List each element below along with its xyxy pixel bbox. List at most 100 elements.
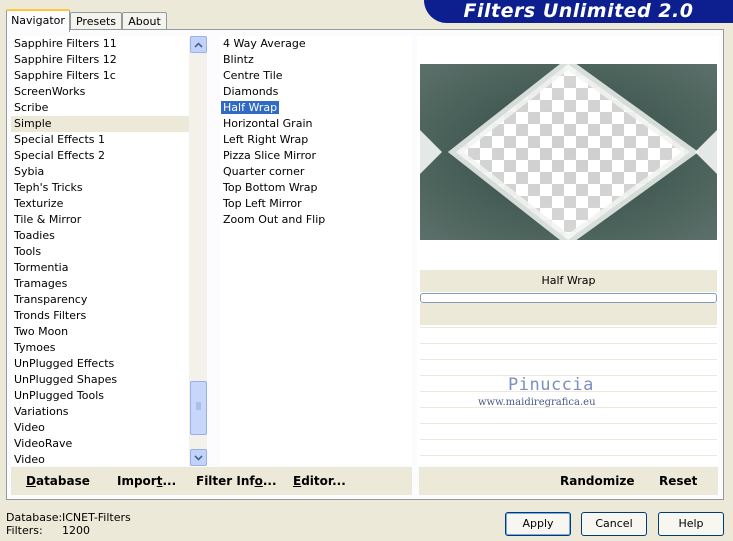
filter-item[interactable]: Diamonds (220, 84, 412, 100)
parameter-row[interactable] (420, 439, 717, 455)
item-label: Transparency (14, 293, 88, 306)
status-filters-label: Filters: (6, 524, 43, 537)
category-item[interactable]: Two Moon (11, 324, 189, 340)
scrollbar-thumb[interactable] (190, 381, 207, 435)
parameter-row[interactable] (420, 407, 717, 423)
item-label: Sapphire Filters 11 (14, 37, 117, 50)
watermark-name: Pinuccia (508, 375, 594, 395)
randomize-button[interactable]: Randomize (560, 474, 634, 488)
item-label: Special Effects 2 (14, 149, 106, 162)
category-item[interactable]: Special Effects 2 (11, 148, 189, 164)
category-item[interactable]: Scribe (11, 100, 189, 116)
category-list[interactable]: Sapphire Filters 11 Sapphire Filters 12 Sa… (11, 36, 189, 466)
item-label: Left Right Wrap (223, 133, 309, 146)
filter-item[interactable]: 4 Way Average (220, 36, 412, 52)
category-item[interactable]: Sybia (11, 164, 189, 180)
item-label: Centre Tile (223, 69, 283, 82)
item-label: Sapphire Filters 12 (14, 53, 117, 66)
database-button[interactable]: Database (26, 474, 90, 488)
import-button[interactable]: Import... (117, 474, 176, 488)
category-item[interactable]: Tymoes (11, 340, 189, 356)
filter-list[interactable]: 4 Way Average Blintz Centre Tile Diamonds Ha… (220, 36, 412, 466)
chevron-down-icon[interactable] (190, 449, 207, 466)
item-label: Tymoes (14, 341, 56, 354)
category-item[interactable]: Sapphire Filters 12 (11, 52, 189, 68)
category-item[interactable]: Transparency (11, 292, 189, 308)
chevron-up-icon[interactable] (190, 36, 207, 53)
status-database-value: ICNET-Filters (62, 511, 131, 524)
item-label: Video (14, 421, 45, 434)
category-item[interactable]: Sapphire Filters 11 (11, 36, 189, 52)
category-item[interactable]: UnPlugged Effects (11, 356, 189, 372)
category-item[interactable]: Variations (11, 404, 189, 420)
item-label: VideoRave (14, 437, 73, 450)
parameter-row[interactable] (420, 343, 717, 359)
toolbar-left: Database Import... Filter Info... Editor… (11, 467, 412, 495)
tab-navigator[interactable]: Navigator (6, 9, 70, 32)
tab-presets[interactable]: Presets (70, 12, 122, 30)
category-scrollbar[interactable] (189, 36, 207, 466)
item-label: 4 Way Average (223, 37, 306, 50)
reset-button[interactable]: Reset (659, 474, 697, 488)
status-database-label: Database: (6, 511, 63, 524)
category-item[interactable]: Tile & Mirror (11, 212, 189, 228)
filter-item[interactable]: Zoom Out and Flip (220, 212, 412, 228)
item-label: Two Moon (14, 325, 69, 338)
editor-button[interactable]: Editor... (293, 474, 346, 488)
item-label: Texturize (14, 197, 64, 210)
item-label: Diamonds (223, 85, 279, 98)
cancel-button[interactable]: Cancel (581, 512, 647, 536)
item-label: Top Left Mirror (223, 197, 302, 210)
preview-filter-name: Half Wrap (541, 274, 596, 287)
grip-icon (196, 402, 201, 410)
category-item[interactable]: Video (11, 452, 189, 466)
item-label: UnPlugged Effects (14, 357, 115, 370)
category-item[interactable]: Simple (11, 116, 189, 132)
category-item[interactable]: VideoRave (11, 436, 189, 452)
parameter-row[interactable] (420, 455, 717, 466)
filter-item[interactable]: Centre Tile (220, 68, 412, 84)
filter-item[interactable]: Horizontal Grain (220, 116, 412, 132)
category-item[interactable]: Tronds Filters (11, 308, 189, 324)
category-item[interactable]: ScreenWorks (11, 84, 189, 100)
item-label: Pizza Slice Mirror (223, 149, 317, 162)
parameter-row[interactable] (420, 327, 717, 343)
category-item[interactable]: UnPlugged Tools (11, 388, 189, 404)
category-item[interactable]: Toadies (11, 228, 189, 244)
filter-item[interactable]: Top Left Mirror (220, 196, 412, 212)
item-label: Zoom Out and Flip (223, 213, 326, 226)
item-label: Blintz (223, 53, 254, 66)
filter-item[interactable]: Blintz (220, 52, 412, 68)
preview-image (420, 64, 717, 240)
category-item[interactable]: Tramages (11, 276, 189, 292)
app-title-banner: Filters Unlimited 2.0 (424, 0, 733, 23)
parameter-row[interactable] (420, 423, 717, 439)
category-item[interactable]: Special Effects 1 (11, 132, 189, 148)
item-label: UnPlugged Shapes (14, 373, 118, 386)
filter-item[interactable]: Left Right Wrap (220, 132, 412, 148)
item-label: Teph's Tricks (14, 181, 83, 194)
filter-item[interactable]: Top Bottom Wrap (220, 180, 412, 196)
filter-info-button[interactable]: Filter Info... (196, 474, 277, 488)
parameter-row[interactable] (420, 359, 717, 375)
item-label: Special Effects 1 (14, 133, 106, 146)
filter-item[interactable]: Half Wrap (220, 100, 412, 116)
filter-item[interactable]: Quarter corner (220, 164, 412, 180)
tab-about[interactable]: About (122, 12, 167, 30)
item-label: Tronds Filters (14, 309, 87, 322)
category-item[interactable]: Video (11, 420, 189, 436)
category-item[interactable]: Tormentia (11, 260, 189, 276)
category-item[interactable]: Tools (11, 244, 189, 260)
item-label: ScreenWorks (14, 85, 86, 98)
category-item[interactable]: Texturize (11, 196, 189, 212)
help-button[interactable]: Help (658, 512, 724, 536)
item-label: Toadies (14, 229, 55, 242)
category-item[interactable]: Sapphire Filters 1c (11, 68, 189, 84)
item-label: Sybia (14, 165, 45, 178)
progress-bar (420, 293, 717, 303)
category-item[interactable]: Teph's Tricks (11, 180, 189, 196)
item-label: Video (14, 453, 45, 466)
filter-item[interactable]: Pizza Slice Mirror (220, 148, 412, 164)
apply-button[interactable]: Apply (505, 512, 571, 536)
category-item[interactable]: UnPlugged Shapes (11, 372, 189, 388)
